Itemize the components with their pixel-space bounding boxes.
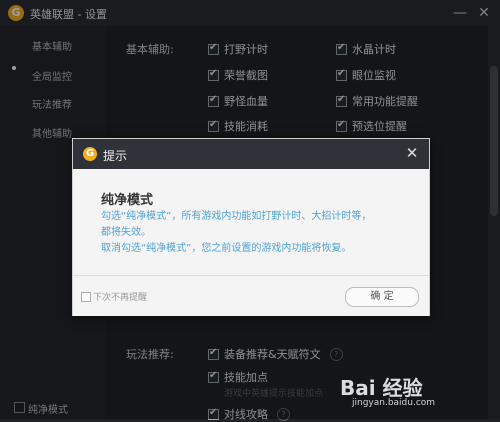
dialog-logo-icon: G xyxy=(83,147,97,161)
ok-button[interactable]: 确 定 xyxy=(345,287,419,307)
dialog-title: 提示 xyxy=(103,149,128,163)
prompt-dialog: G 提示 ✕ 纯净模式 勾选“纯净模式”，所有游戏内功能如打野计时、大招计时等，… xyxy=(72,138,430,316)
watermark-brand: Bai 经验 xyxy=(340,376,423,400)
dialog-close-icon[interactable]: ✕ xyxy=(403,144,421,162)
dialog-body-line-3: 取消勾选“纯净模式”，您之前设置的游戏内功能将恢复。 xyxy=(101,243,352,254)
dont-remind-checkbox[interactable] xyxy=(81,292,91,302)
dialog-heading: 纯净模式 xyxy=(101,193,154,208)
dialog-header: G 提示 ✕ xyxy=(73,139,429,169)
dialog-body-line-1: 勾选“纯净模式”，所有游戏内功能如打野计时、大招计时等， xyxy=(101,211,372,222)
watermark-url: jingyan.baidu.com xyxy=(352,398,436,408)
dialog-body-line-2: 都将失效。 xyxy=(101,227,151,238)
dont-remind-label: 下次不再提醒 xyxy=(93,293,148,303)
dialog-body: 勾选“纯净模式”，所有游戏内功能如打野计时、大招计时等， 都将失效。 取消勾选“… xyxy=(101,209,411,257)
